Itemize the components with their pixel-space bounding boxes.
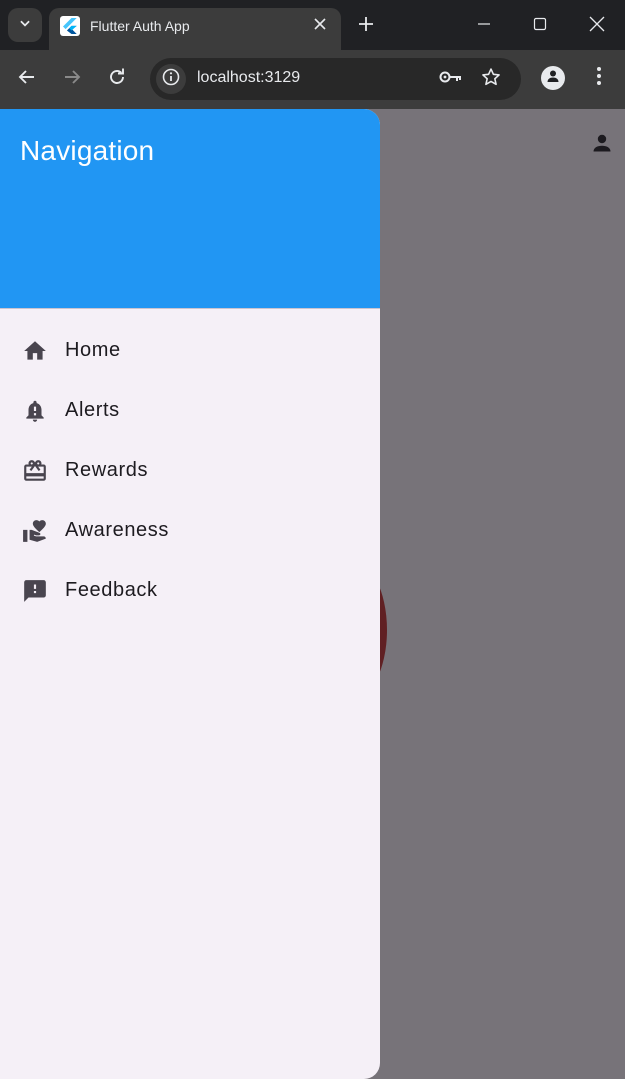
bell-alert-icon <box>22 398 48 424</box>
person-icon <box>545 68 561 89</box>
browser-tab[interactable]: Flutter Auth App <box>49 8 341 50</box>
new-tab-button[interactable] <box>352 12 380 40</box>
browser-profile-button[interactable] <box>541 66 565 90</box>
chevron-down-icon <box>18 16 32 35</box>
url-text: localhost:3129 <box>197 69 301 86</box>
app-viewport: Navigation Home Alerts Rewards Awareness… <box>0 109 625 1079</box>
maximize-button[interactable] <box>517 8 563 44</box>
back-button[interactable] <box>11 63 43 95</box>
drawer-item-feedback[interactable]: Feedback <box>0 560 380 620</box>
minimize-icon <box>477 17 491 36</box>
tab-title: Flutter Auth App <box>90 18 190 34</box>
tab-close-button[interactable] <box>309 15 331 37</box>
feedback-icon <box>22 578 48 604</box>
drawer-item-label: Feedback <box>65 579 158 601</box>
navigation-drawer: Navigation Home Alerts Rewards Awareness… <box>0 109 380 1079</box>
drawer-item-rewards[interactable]: Rewards <box>0 440 380 500</box>
close-icon <box>314 17 326 35</box>
browser-toolbar: localhost:3129 <box>0 50 625 109</box>
home-icon <box>22 338 48 364</box>
drawer-item-home[interactable]: Home <box>0 320 380 380</box>
drawer-item-label: Home <box>65 339 121 361</box>
info-icon <box>162 68 180 91</box>
gift-card-icon <box>22 458 48 484</box>
arrow-right-icon <box>63 68 81 91</box>
flutter-logo-icon <box>60 16 80 36</box>
drawer-item-label: Alerts <box>65 399 120 421</box>
minimize-button[interactable] <box>461 8 507 44</box>
password-manager-button[interactable] <box>439 67 463 91</box>
drawer-title: Navigation <box>20 135 155 166</box>
close-window-button[interactable] <box>574 8 620 44</box>
plus-icon <box>358 16 374 37</box>
maximize-icon <box>533 17 547 36</box>
address-bar[interactable]: localhost:3129 <box>150 58 521 100</box>
volunteer-heart-icon <box>22 518 48 544</box>
browser-tabstrip: Flutter Auth App <box>0 0 625 50</box>
more-vert-icon <box>597 66 601 90</box>
arrow-left-icon <box>18 68 36 91</box>
close-icon <box>589 16 605 37</box>
tab-search-button[interactable] <box>8 8 42 42</box>
drawer-nav-list: Home Alerts Rewards Awareness Feedback <box>0 320 380 620</box>
drawer-item-alerts[interactable]: Alerts <box>0 380 380 440</box>
site-info-button[interactable] <box>156 64 186 94</box>
reload-button[interactable] <box>101 63 133 95</box>
browser-menu-button[interactable] <box>587 64 611 92</box>
reload-icon <box>108 68 126 91</box>
key-icon <box>439 70 463 89</box>
bookmark-button[interactable] <box>479 67 503 91</box>
drawer-header: Navigation <box>0 109 380 309</box>
star-icon <box>481 67 501 92</box>
drawer-item-label: Awareness <box>65 519 169 541</box>
drawer-item-label: Rewards <box>65 459 149 481</box>
drawer-item-awareness[interactable]: Awareness <box>0 500 380 560</box>
forward-button[interactable] <box>56 63 88 95</box>
